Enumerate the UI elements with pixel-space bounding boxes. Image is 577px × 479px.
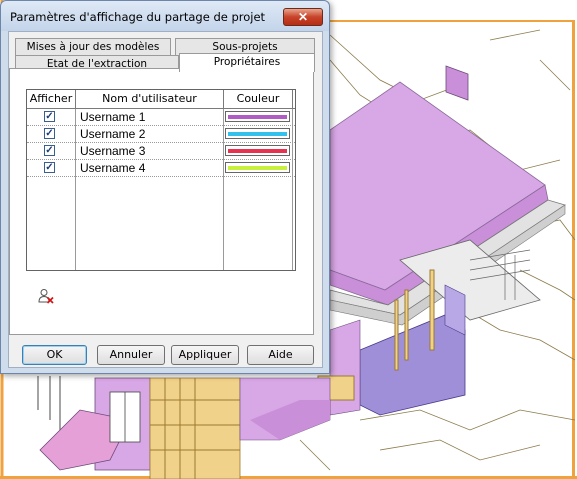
color-bar [228,115,287,119]
table-row: ✓ Username 4 [27,160,295,177]
username-cell: Username 3 [80,144,146,158]
color-swatch[interactable] [225,162,290,173]
tab-label: Sous-projets [212,41,278,53]
project-sharing-display-dialog: Paramètres d'affichage du partage de pro… [0,0,330,374]
header-color[interactable]: Couleur [224,90,293,108]
tab-owners[interactable]: Propriétaires [179,53,315,72]
show-checkbox[interactable]: ✓ [44,111,55,122]
remove-user-icon[interactable] [38,288,54,304]
ok-button[interactable]: OK [22,345,87,365]
dialog-titlebar[interactable]: Paramètres d'affichage du partage de pro… [1,1,329,31]
owners-table: Afficher Nom d'utilisateur Couleur ✓ Use… [26,89,296,271]
tab-label: Propriétaires [213,56,281,68]
close-button[interactable]: ✕ [283,8,323,26]
show-checkbox[interactable]: ✓ [44,145,55,156]
color-swatch[interactable] [225,145,290,156]
show-checkbox[interactable]: ✓ [44,162,55,173]
tab-model-updates[interactable]: Mises à jour des modèles [15,38,171,55]
dialog-title: Paramètres d'affichage du partage de pro… [10,10,266,24]
table-row: ✓ Username 1 [27,109,295,126]
apply-button[interactable]: Appliquer [171,345,239,365]
show-checkbox[interactable]: ✓ [44,128,55,139]
username-cell: Username 1 [80,110,146,124]
tab-label: Mises à jour des modèles [26,41,160,53]
color-bar [228,132,287,136]
close-icon: ✕ [297,10,309,24]
color-swatch[interactable] [225,111,290,122]
help-button[interactable]: Aide [247,345,314,365]
header-show[interactable]: Afficher [27,90,76,108]
header-username[interactable]: Nom d'utilisateur [76,90,224,108]
color-bar [228,149,287,153]
color-swatch[interactable] [225,128,290,139]
username-cell: Username 4 [80,161,146,175]
table-row: ✓ Username 3 [27,143,295,160]
color-bar [228,166,287,170]
username-cell: Username 2 [80,127,146,141]
cancel-button[interactable]: Annuler [97,345,165,365]
table-header: Afficher Nom d'utilisateur Couleur [27,90,295,109]
table-row: ✓ Username 2 [27,126,295,143]
